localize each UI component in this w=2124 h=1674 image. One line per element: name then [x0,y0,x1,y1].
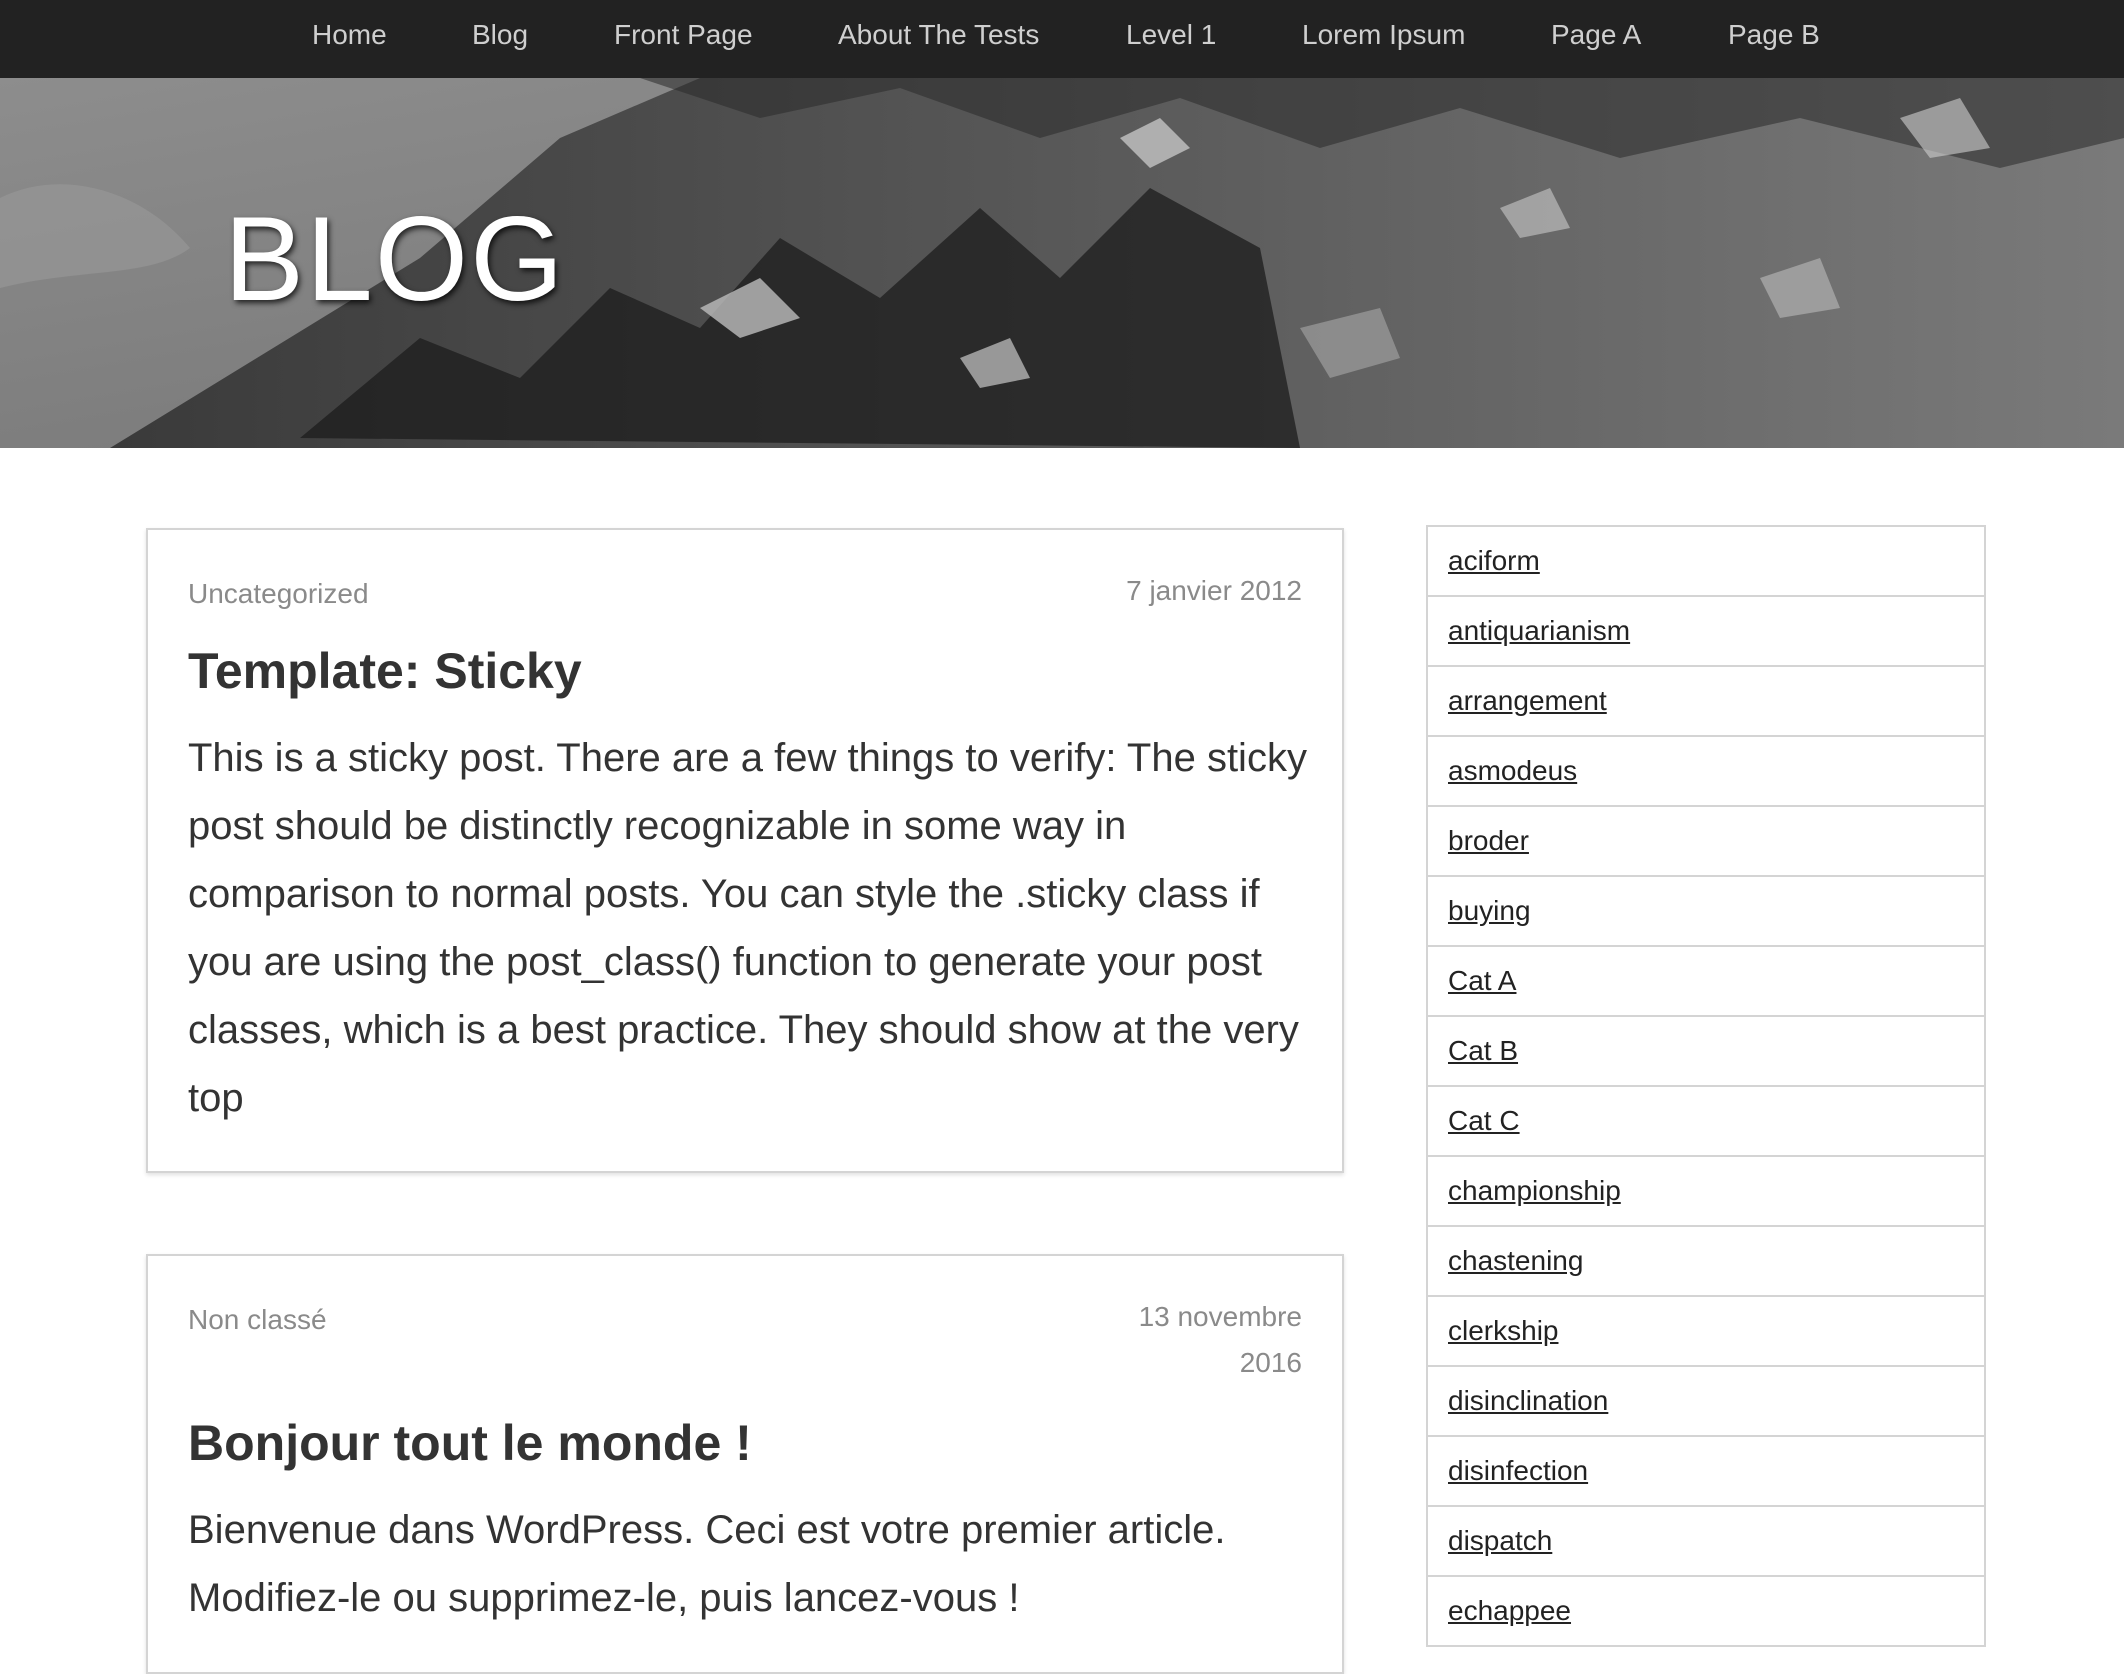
tag-link[interactable]: antiquarianism [1428,597,1984,667]
nav-item-page-a[interactable]: Page A [1551,0,1641,70]
nav-item-front-page[interactable]: Front Page [614,0,753,70]
nav-item-about-the-tests[interactable]: About The Tests [838,0,1039,70]
tag-link[interactable]: clerkship [1428,1297,1984,1367]
nav-item-page-b[interactable]: Page B [1728,0,1820,70]
post-category[interactable]: Non classé [188,1304,327,1336]
tag-link[interactable]: aciform [1428,527,1984,597]
page-title: BLOG [224,192,566,326]
post-card: Uncategorized 7 janvier 2012 Template: S… [146,528,1344,1173]
nav-item-home[interactable]: Home [312,0,387,70]
tag-link[interactable]: Cat A [1428,947,1984,1017]
tag-link[interactable]: disinclination [1428,1367,1984,1437]
tag-link[interactable]: asmodeus [1428,737,1984,807]
post-card: Non classé 13 novembre 2016 Bonjour tout… [146,1254,1344,1674]
post-date[interactable]: 7 janvier 2012 [902,568,1302,614]
tag-link[interactable]: Cat C [1428,1087,1984,1157]
tag-link[interactable]: echappee [1428,1577,1984,1647]
tag-link[interactable]: arrangement [1428,667,1984,737]
post-title[interactable]: Template: Sticky [188,642,582,700]
tag-link[interactable]: chastening [1428,1227,1984,1297]
post-excerpt: Bienvenue dans WordPress. Ceci est votre… [188,1508,1226,1620]
tag-link[interactable]: championship [1428,1157,1984,1227]
post-date[interactable]: 13 novembre 2016 [1112,1294,1302,1386]
tag-list: aciform antiquarianism arrangement asmod… [1426,525,1986,1647]
nav-item-level-1[interactable]: Level 1 [1126,0,1216,70]
post-title[interactable]: Bonjour tout le monde ! [188,1414,752,1472]
nav-item-blog[interactable]: Blog [472,0,528,70]
nav-item-lorem-ipsum[interactable]: Lorem Ipsum [1302,0,1465,70]
tag-link[interactable]: buying [1428,877,1984,947]
tag-link[interactable]: Cat B [1428,1017,1984,1087]
tag-link[interactable]: disinfection [1428,1437,1984,1507]
top-navigation: Home Blog Front Page About The Tests Lev… [0,0,2124,78]
tag-link[interactable]: broder [1428,807,1984,877]
post-excerpt: This is a sticky post. There are a few t… [188,736,1307,1120]
hero-banner: BLOG [0,78,2124,448]
post-category[interactable]: Uncategorized [188,578,369,610]
tag-link[interactable]: dispatch [1428,1507,1984,1577]
